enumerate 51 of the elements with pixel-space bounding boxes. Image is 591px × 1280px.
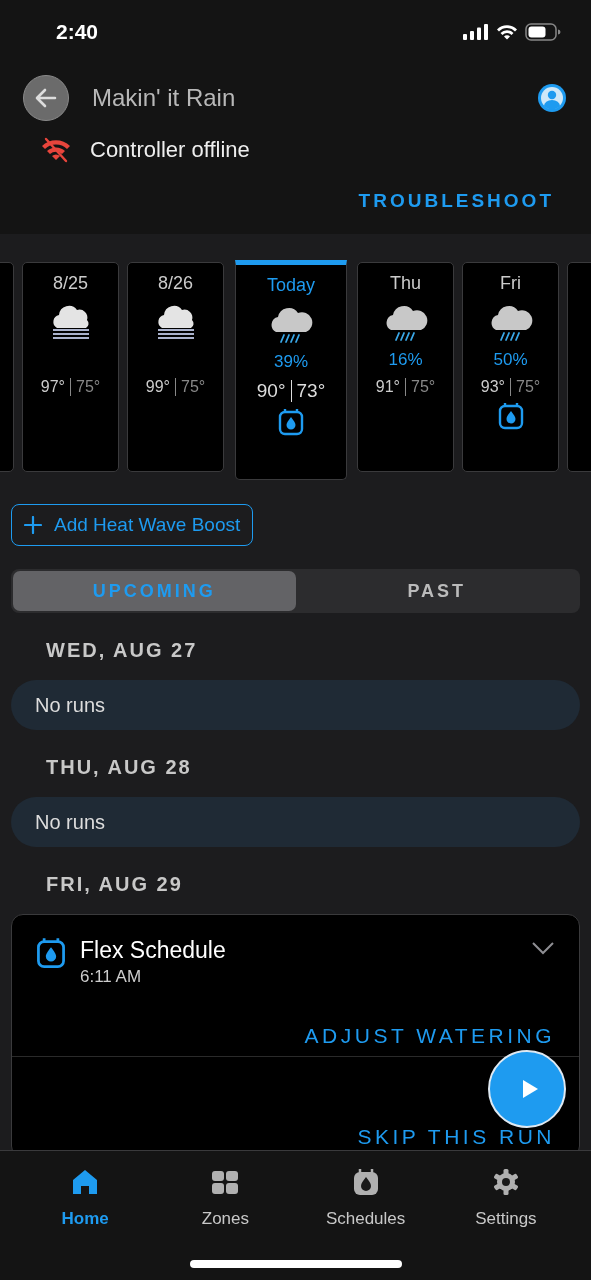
- nav-tab[interactable]: Home: [15, 1151, 156, 1241]
- status-time: 2:40: [56, 20, 99, 44]
- high-temp: 90°: [256, 380, 286, 402]
- wifi-off-icon: [40, 137, 72, 163]
- forecast-card[interactable]: Fri 50% 93° 75°: [462, 262, 559, 472]
- heat-wave-boost-button[interactable]: Add Heat Wave Boost: [11, 504, 254, 546]
- run-name: Flex Schedule: [80, 937, 227, 964]
- nav-tab[interactable]: Zones: [155, 1151, 296, 1241]
- day-heading: THU, AUG 28: [45, 755, 193, 780]
- run-action-link[interactable]: ADJUST WATERING: [304, 1025, 555, 1046]
- day-heading: FRI, AUG 29: [45, 872, 184, 897]
- nav-tab[interactable]: Settings: [435, 1151, 576, 1241]
- day-heading: WED, AUG 27: [45, 638, 199, 663]
- high-temp: 99°: [145, 378, 170, 396]
- high-temp: 93°: [480, 378, 505, 396]
- high-temp: 91°: [375, 378, 400, 396]
- battery-icon: [525, 23, 561, 41]
- low-temp: 75°: [411, 378, 436, 396]
- day-label: Thu: [390, 273, 421, 294]
- chevron-icon[interactable]: [531, 941, 555, 955]
- back-button[interactable]: [23, 75, 69, 121]
- wifi-icon: [496, 24, 518, 40]
- forecast-card[interactable]: Today 39% 90° 73°: [235, 260, 347, 480]
- profile-icon[interactable]: [537, 83, 567, 113]
- day-label: Today: [266, 275, 315, 296]
- rain-chance: 39%: [274, 352, 308, 372]
- forecast-card[interactable]: Thu 16% 91° 75°: [357, 262, 454, 472]
- low-temp: 73°: [296, 380, 326, 402]
- plus-icon: [24, 516, 42, 534]
- troubleshoot-link[interactable]: TROUBLESHOOT: [358, 190, 554, 212]
- low-temp: 75°: [516, 378, 541, 396]
- segment-tab[interactable]: PAST: [295, 571, 578, 611]
- day-label: Fri: [500, 273, 521, 294]
- offline-status: Controller offline: [90, 137, 250, 163]
- schedule-icon: [36, 937, 66, 969]
- rain-chance: 50%: [493, 350, 528, 370]
- forecast-card[interactable]: 8/26 99° 75°: [127, 262, 224, 472]
- controller-name: Makin' it Rain: [92, 84, 237, 112]
- day-label: 8/25: [52, 273, 88, 294]
- day-label: 8/26: [157, 273, 193, 294]
- nav-tab[interactable]: Schedules: [295, 1151, 436, 1241]
- high-temp: 97°: [40, 378, 65, 396]
- no-runs-row: No runs: [11, 797, 580, 847]
- forecast-card[interactable]: 8/25 97° 75°: [22, 262, 119, 472]
- signal-icon: [463, 24, 489, 40]
- run-action-link[interactable]: SKIP THIS RUN: [357, 1126, 555, 1147]
- low-temp: 75°: [181, 378, 206, 396]
- rain-chance: 16%: [388, 350, 423, 370]
- no-runs-row: No runs: [11, 680, 580, 730]
- low-temp: 75°: [76, 378, 101, 396]
- run-time: 6:11 AM: [80, 967, 143, 987]
